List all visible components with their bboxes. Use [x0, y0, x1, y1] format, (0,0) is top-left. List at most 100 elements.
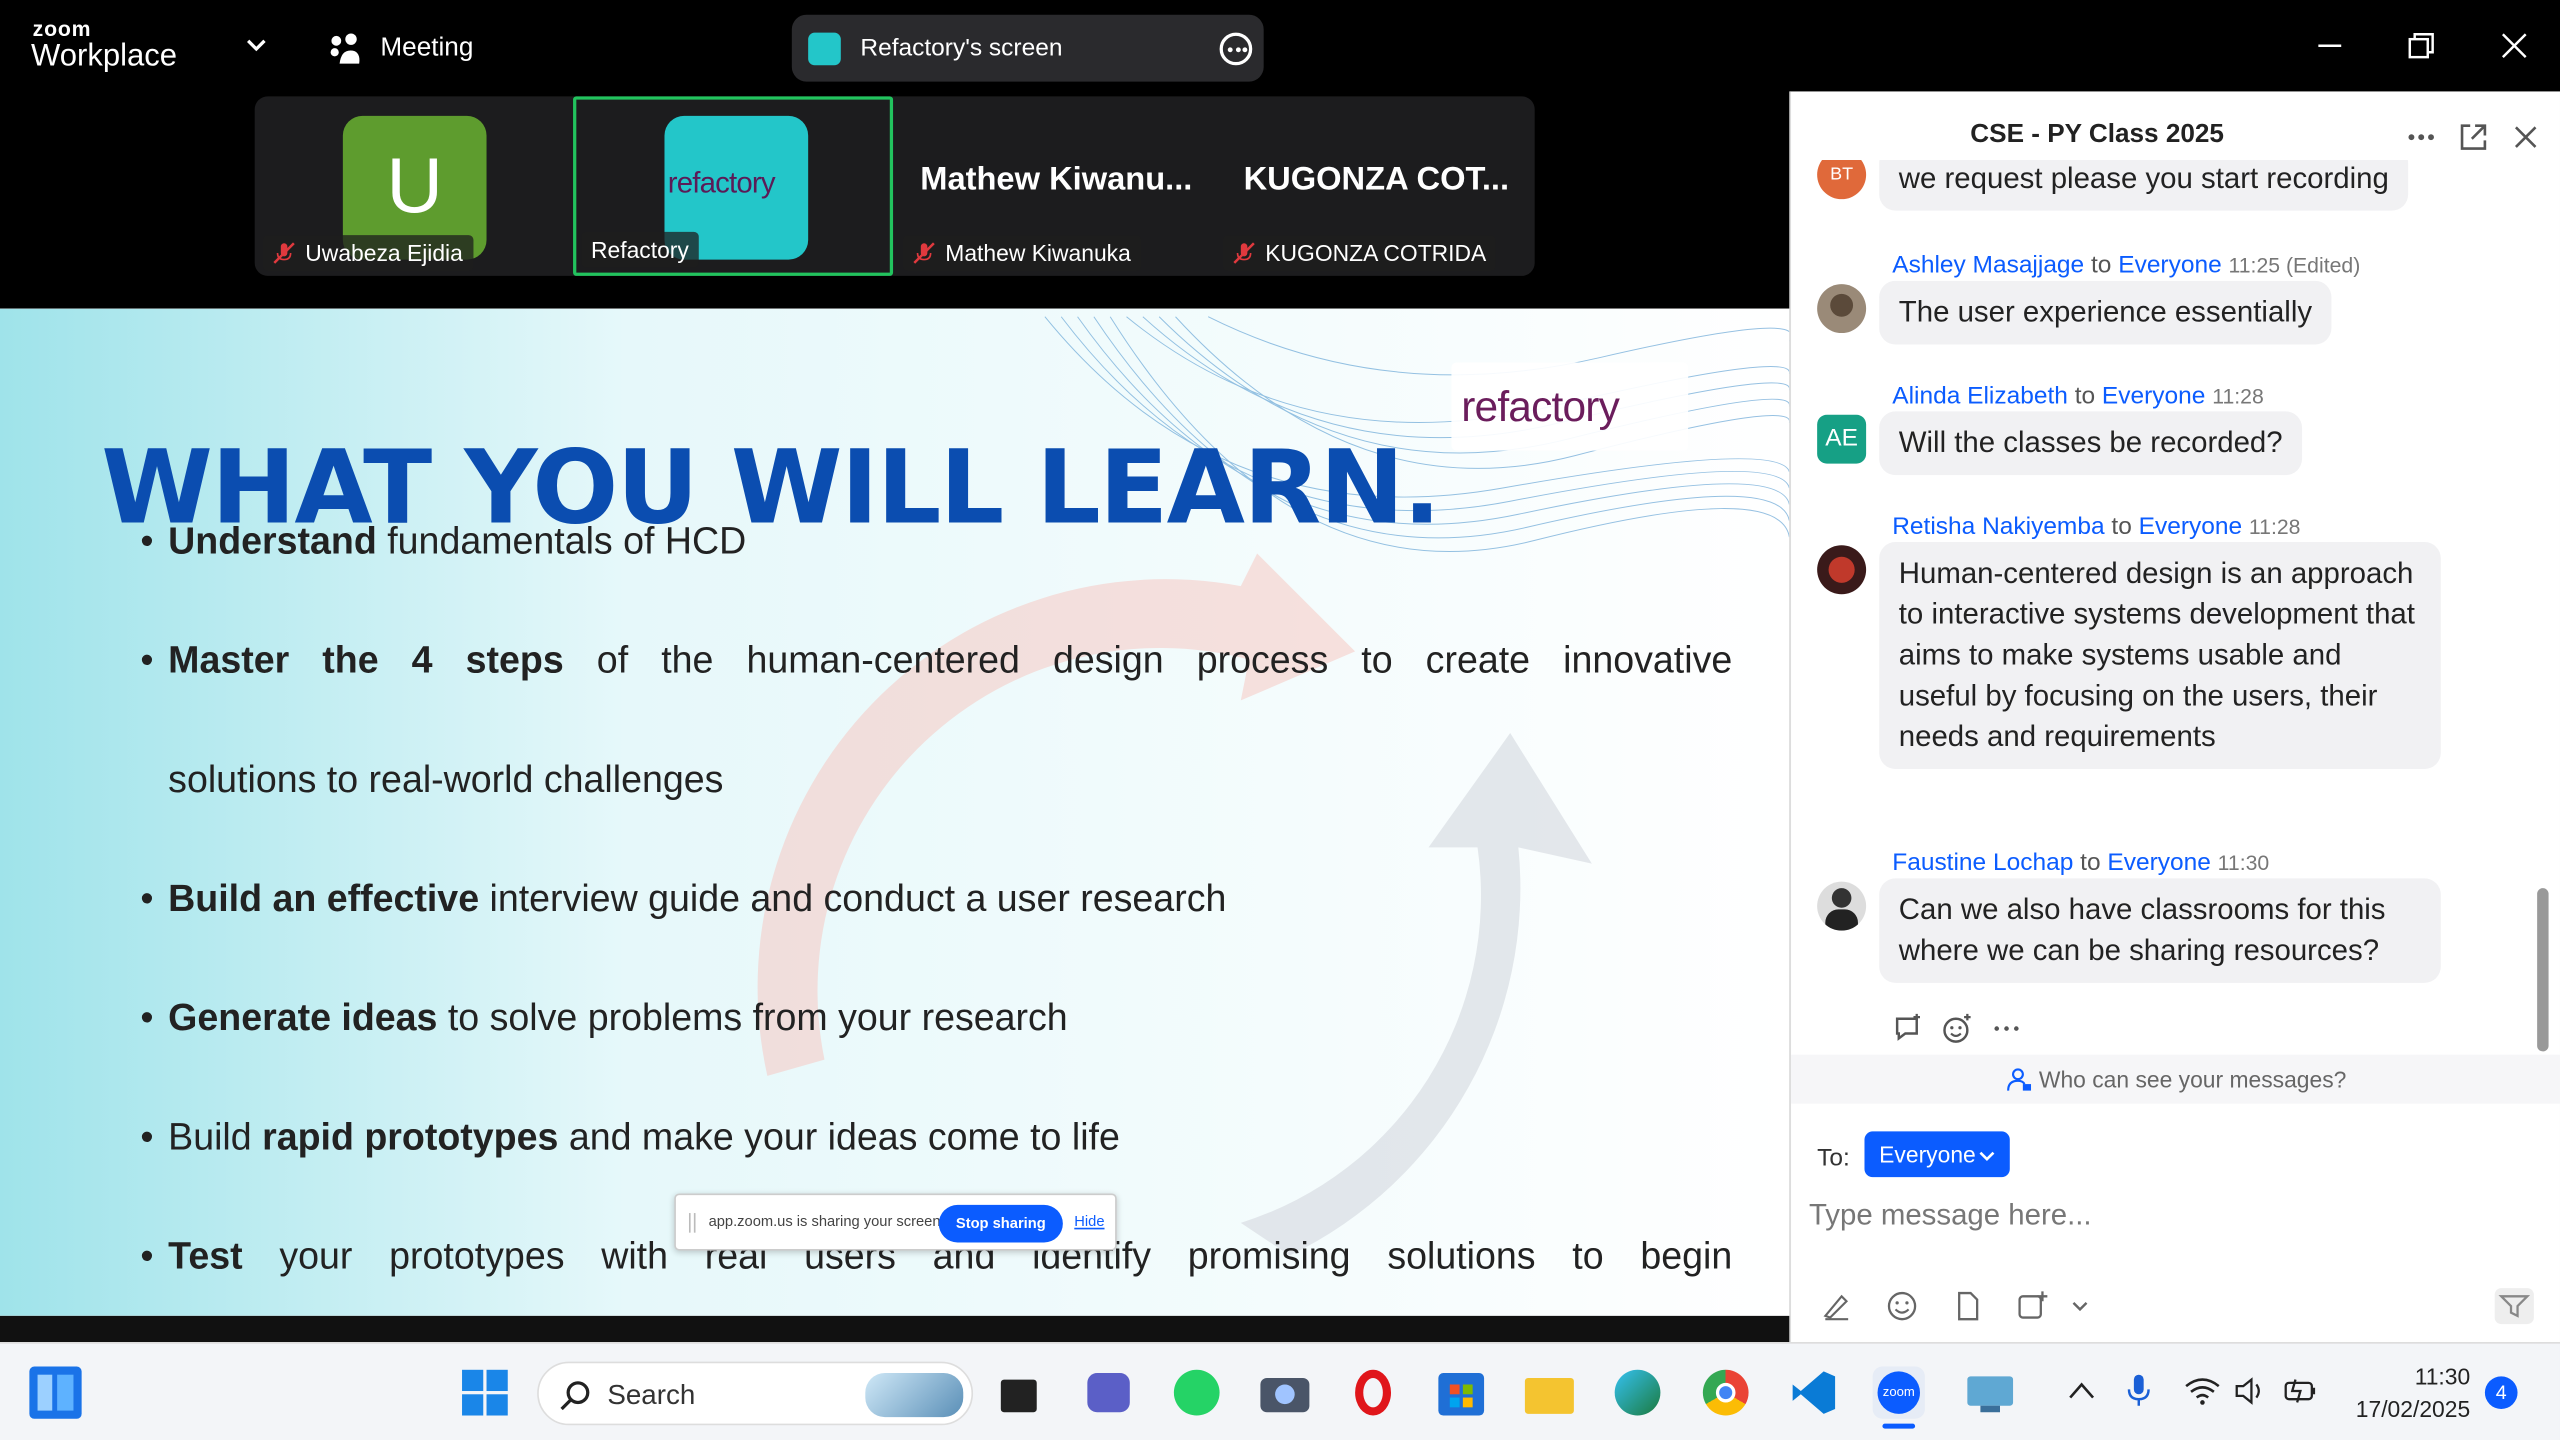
bullet-bold: Build an effective: [168, 876, 480, 920]
chat-scrollbar[interactable]: [2537, 888, 2549, 1052]
bullet-pre: Build: [168, 1115, 263, 1158]
participant-name: KUGONZA COTRIDA: [1222, 235, 1497, 272]
to-word: to: [2074, 382, 2096, 410]
volume-icon[interactable]: [2233, 1376, 2266, 1405]
slide-bottom-bar: [0, 1315, 1790, 1343]
emoji-icon[interactable]: [1886, 1290, 1919, 1323]
stop-sharing-button[interactable]: Stop sharing: [938, 1204, 1063, 1243]
meeting-label[interactable]: Meeting: [380, 34, 473, 63]
participant-tile-active[interactable]: refactory Refactory: [573, 96, 894, 276]
participant-name: Refactory: [581, 231, 699, 268]
chevron-down-icon[interactable]: [245, 33, 268, 56]
recipient-name[interactable]: Everyone: [2102, 382, 2205, 410]
file-explorer-icon[interactable]: [1523, 1367, 1575, 1419]
recipient-name[interactable]: Everyone: [2139, 513, 2242, 541]
sender-name[interactable]: Alinda Elizabeth: [1892, 382, 2068, 410]
message-time: 11:30: [2217, 850, 2270, 876]
message-meta: Retisha Nakiyemba to Everyone 11:28: [1892, 513, 2300, 541]
participant-tiles: U Uwabeza Ejidia refactory Refactory Mat…: [254, 96, 1535, 276]
zoom-logo-small: zoom: [32, 16, 92, 41]
widgets-icon[interactable]: [29, 1366, 82, 1419]
clock-date[interactable]: 17/02/2025: [2356, 1396, 2470, 1422]
avatar: [1817, 284, 1867, 334]
taskbar-search[interactable]: Search: [537, 1361, 974, 1426]
microphone-icon[interactable]: [2126, 1373, 2152, 1409]
sharing-message: app.zoom.us is sharing your screen.: [708, 1213, 945, 1230]
task-view-icon[interactable]: [994, 1367, 1046, 1419]
chat-bubble: Human-centered design is an approach to …: [1879, 542, 2441, 769]
close-icon[interactable]: [2495, 26, 2534, 65]
sender-name[interactable]: Faustine Lochap: [1892, 849, 2073, 877]
store-icon[interactable]: [1435, 1367, 1487, 1419]
to-word: to: [2080, 848, 2101, 877]
message-input[interactable]: Type message here...: [1809, 1198, 2092, 1232]
more-options-icon[interactable]: [1219, 32, 1253, 66]
vscode-icon[interactable]: [1788, 1367, 1840, 1419]
avatar: [1817, 881, 1867, 931]
bullet-bold: Understand: [168, 519, 377, 562]
mic-muted-icon: [913, 242, 935, 264]
refactory-logo-text: refactory: [667, 166, 776, 200]
chat-bubble: Can we also have classrooms for this whe…: [1879, 878, 2441, 983]
chrome-icon[interactable]: [1700, 1367, 1752, 1419]
bullet-bold: Master: [168, 638, 290, 681]
chat-bubble: The user experience essentially: [1879, 280, 2332, 345]
clock-time[interactable]: 11:30: [2415, 1363, 2471, 1389]
participant-name-text: Uwabeza Ejidia: [305, 239, 463, 267]
hide-link[interactable]: Hide: [1074, 1213, 1104, 1229]
participant-tile[interactable]: U Uwabeza Ejidia: [255, 96, 575, 276]
slide-refactory-logo: refactory: [1451, 362, 1689, 451]
file-icon[interactable]: [1951, 1290, 1984, 1323]
chevron-up-icon[interactable]: [2067, 1380, 2096, 1403]
avatar: AE: [1817, 414, 1867, 464]
mic-muted-icon: [1233, 242, 1255, 264]
screen-sharing-notification: app.zoom.us is sharing your screen. Stop…: [674, 1193, 1117, 1251]
remote-desktop-icon[interactable]: [1964, 1367, 2016, 1419]
screen-share-indicator[interactable]: Refactory's screen: [791, 14, 1264, 82]
recipient-dropdown[interactable]: Everyone: [1864, 1131, 2010, 1178]
who-can-see-messages[interactable]: Who can see your messages?: [1791, 1054, 2560, 1104]
bullet-text: and make your ideas come to life: [558, 1115, 1120, 1158]
slide-bullet-continuation: solutions to real-world challenges: [168, 757, 724, 800]
send-icon: [2498, 1295, 2531, 1318]
video-strip: U Uwabeza Ejidia refactory Refactory Mat…: [0, 91, 1790, 309]
meeting-icon[interactable]: [327, 33, 363, 66]
whatsapp-icon[interactable]: [1171, 1367, 1223, 1419]
more-icon[interactable]: [1990, 1012, 2023, 1045]
chat-panel: CSE - PY Class 2025 BT we request please…: [1789, 91, 2560, 1343]
sender-name[interactable]: Retisha Nakiyemba: [1892, 513, 2104, 541]
participant-tile[interactable]: Mathew Kiwanu... Mathew Kiwanuka: [895, 96, 1215, 276]
restore-icon[interactable]: [2402, 26, 2441, 65]
chevron-down-icon[interactable]: [2069, 1290, 2092, 1323]
reply-icon[interactable]: [1892, 1012, 1925, 1045]
opera-icon[interactable]: [1347, 1367, 1399, 1419]
edge-icon[interactable]: [1611, 1367, 1663, 1419]
add-reaction-icon[interactable]: [1941, 1012, 1974, 1045]
send-button[interactable]: [2494, 1288, 2534, 1325]
teams-icon[interactable]: [1082, 1367, 1134, 1419]
zoom-taskbar-icon[interactable]: zoom: [1872, 1366, 1925, 1429]
more-icon[interactable]: [2405, 121, 2438, 154]
popout-icon[interactable]: [2457, 121, 2490, 154]
participant-tile[interactable]: KUGONZA COT... KUGONZA COTRIDA: [1215, 96, 1535, 276]
start-icon[interactable]: [459, 1367, 511, 1419]
person-lock-icon: [2006, 1068, 2031, 1091]
message-meta: Alinda Elizabeth to Everyone 11:28: [1892, 382, 2264, 410]
minimize-icon[interactable]: [2310, 26, 2349, 65]
battery-icon[interactable]: [2282, 1376, 2318, 1405]
camera-icon[interactable]: [1259, 1367, 1311, 1419]
to-word: to: [2090, 251, 2112, 280]
sender-name[interactable]: Ashley Masajjage: [1892, 251, 2084, 279]
recipient-name[interactable]: Everyone: [2118, 251, 2221, 279]
close-icon[interactable]: [2509, 121, 2542, 154]
slide-logo-text: refactory: [1461, 382, 1620, 432]
screenshot-icon[interactable]: [2016, 1290, 2049, 1323]
wifi-icon[interactable]: [2184, 1376, 2220, 1405]
recipient-name[interactable]: Everyone: [2107, 849, 2210, 877]
chat-bubble: Will the classes be recorded?: [1879, 411, 2303, 476]
drag-handle[interactable]: [688, 1213, 696, 1233]
notification-badge[interactable]: 4: [2484, 1376, 2518, 1409]
bullet-bold-word: the: [322, 638, 379, 681]
zoom-logo-workplace: Workplace: [31, 39, 177, 74]
format-icon[interactable]: [1820, 1290, 1853, 1323]
